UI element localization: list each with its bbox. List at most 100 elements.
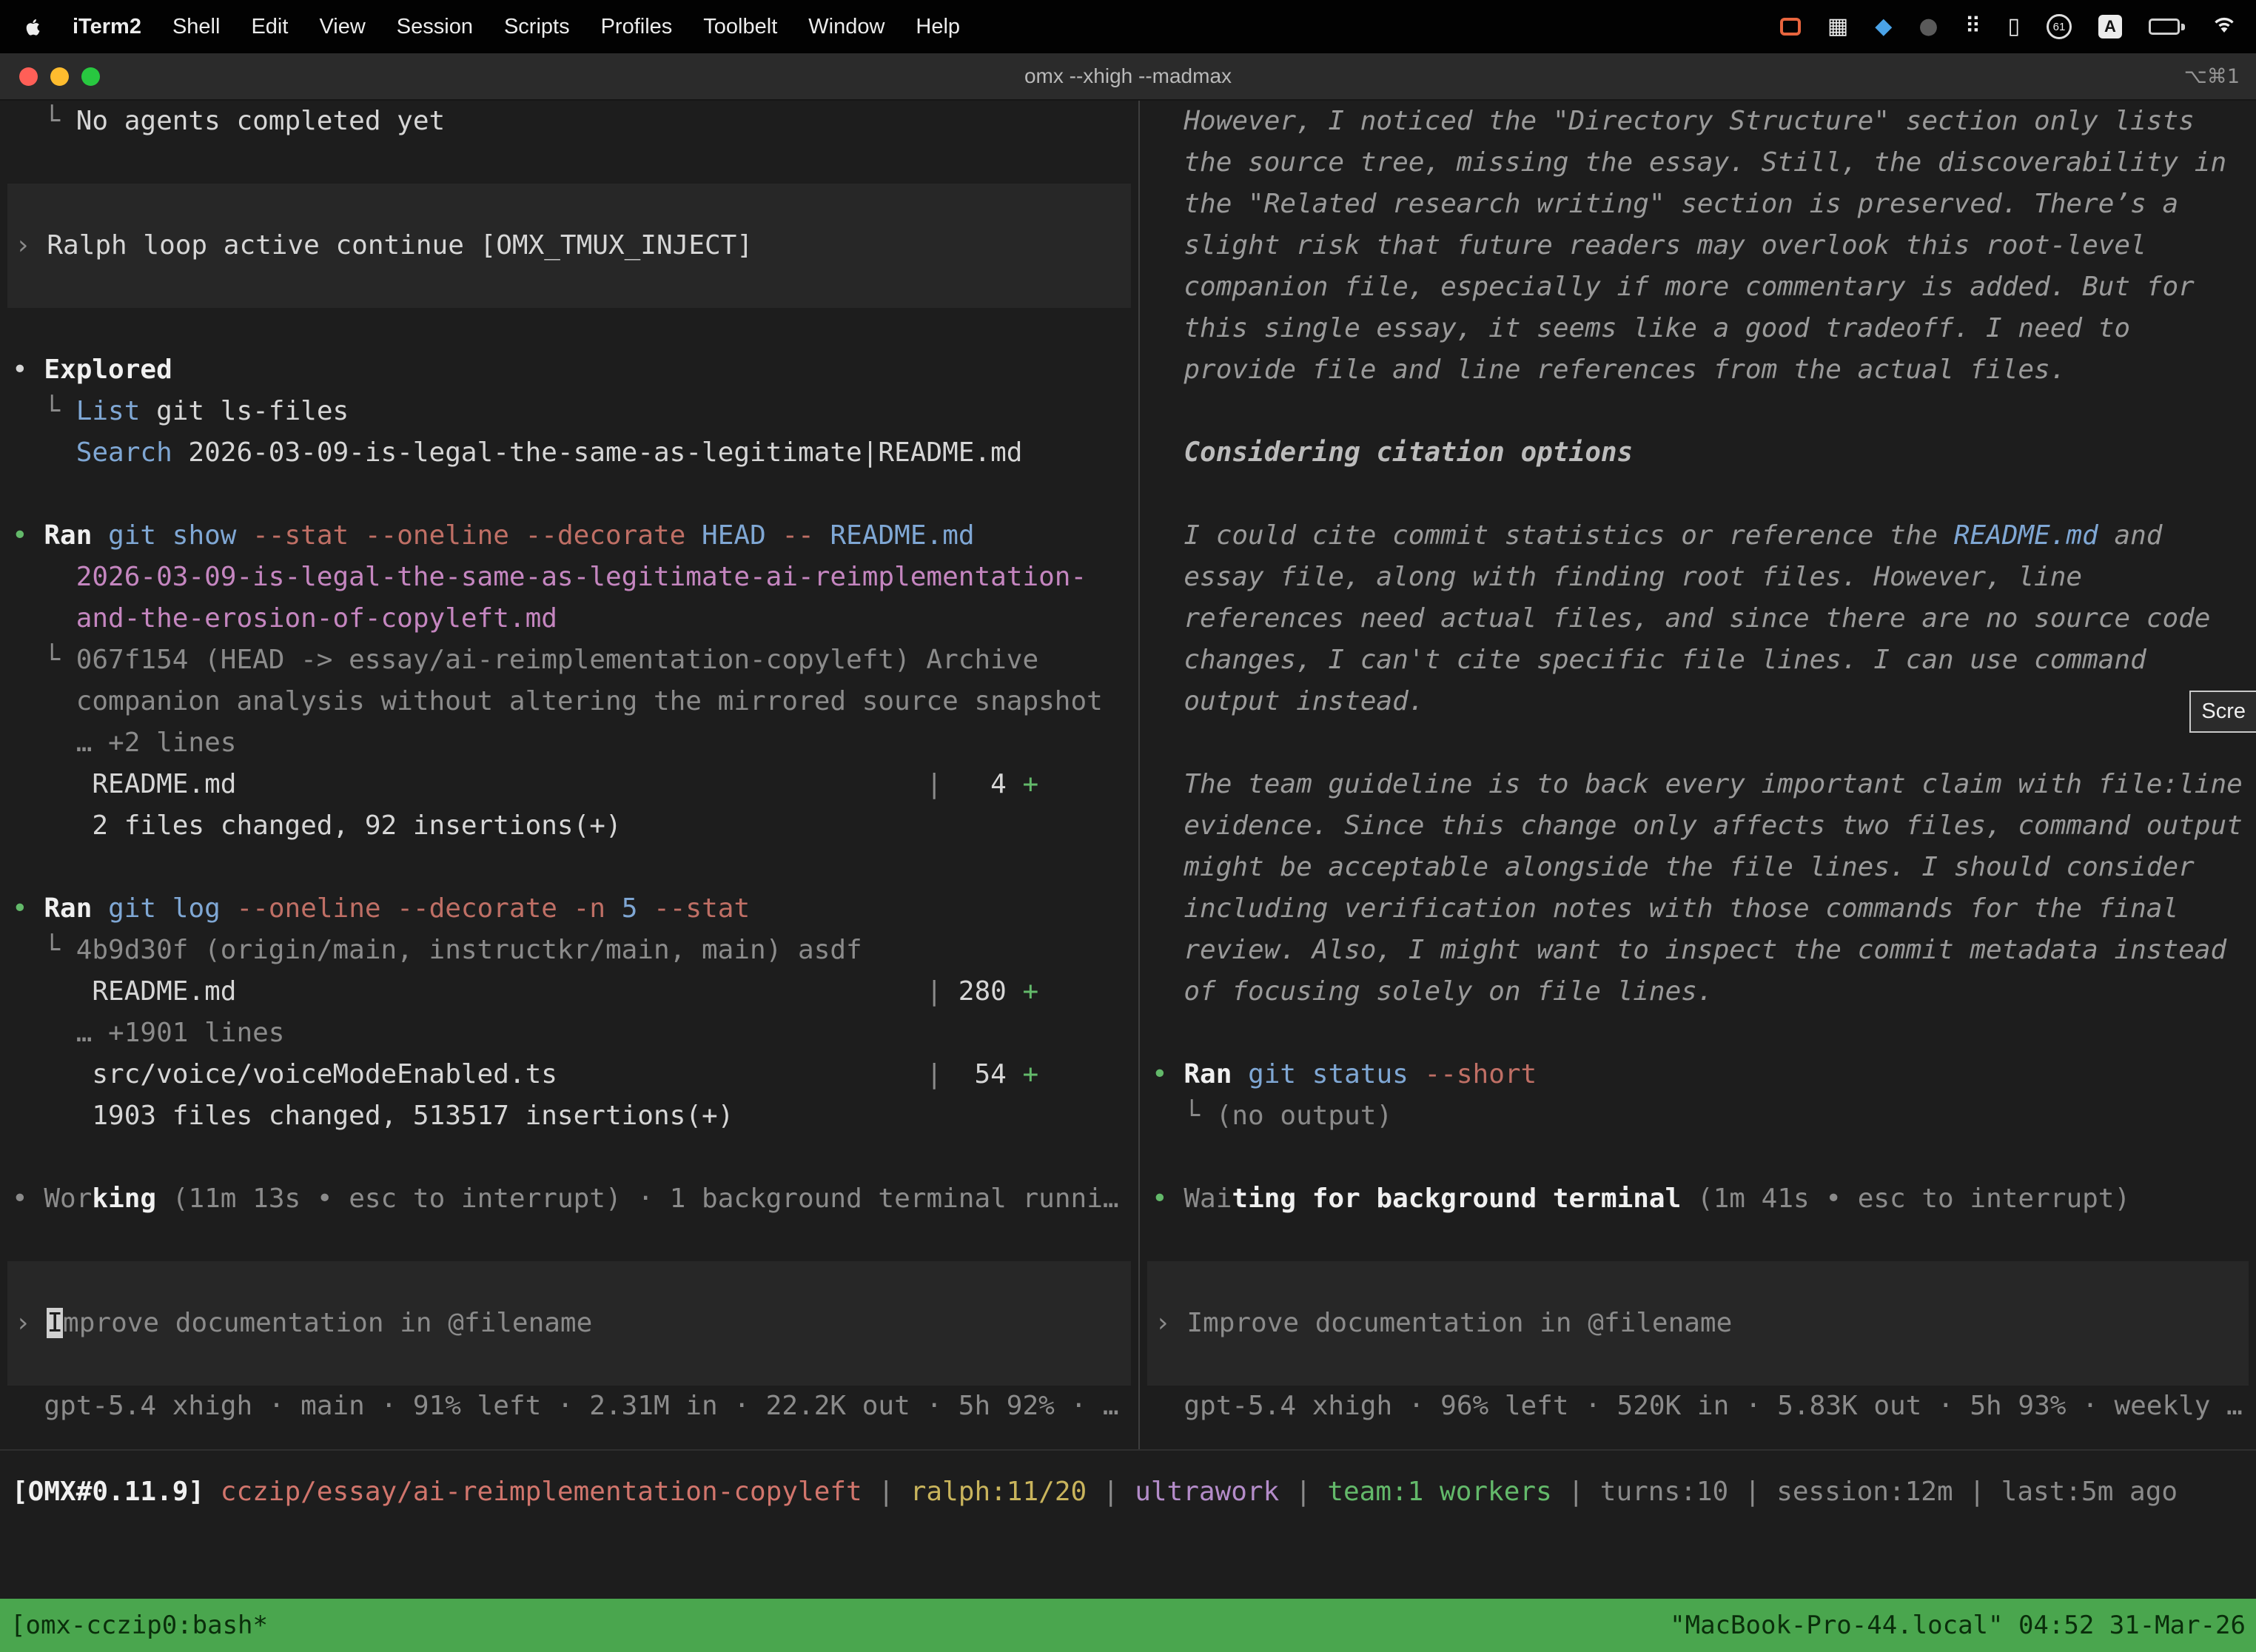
terminal-text-segment: 2 files changed, 92 insertions(+) xyxy=(92,810,621,841)
zoom-button[interactable] xyxy=(81,67,100,86)
menu-item-help[interactable]: Help xyxy=(900,15,976,38)
terminal-text-segment: • xyxy=(12,355,44,385)
terminal-text-segment: • xyxy=(12,893,44,924)
terminal-text-segment: └ xyxy=(12,645,76,675)
terminal-text-segment: --oneline --decorate xyxy=(236,893,557,924)
prompt-input[interactable]: › Improve documentation in @filename xyxy=(7,1261,1131,1386)
terminal-text-segment: • xyxy=(1152,1059,1184,1089)
prompt-input[interactable]: › Improve documentation in @filename xyxy=(1147,1261,2249,1386)
menu-item-shell[interactable]: Shell xyxy=(157,15,236,38)
dark-app-icon[interactable]: ● xyxy=(1918,16,1938,38)
terminal-line: review. Also, I might want to inspect th… xyxy=(1140,930,2256,971)
terminal-text-segment xyxy=(156,1183,172,1214)
terminal-text-segment: Ran xyxy=(44,520,92,551)
terminal-text-segment: | xyxy=(926,976,942,1007)
menu-item-edit[interactable]: Edit xyxy=(235,15,303,38)
omx-status-row: [OMX#0.11.9] cczip/essay/ai-reimplementa… xyxy=(0,1449,2256,1599)
terminal-line xyxy=(1140,722,2256,764)
apple-icon xyxy=(24,17,44,37)
menu-bar: iTerm2ShellEditViewSessionScriptsProfile… xyxy=(0,0,2256,53)
left-terminal-pane[interactable]: └ No agents completed yet› Ralph loop ac… xyxy=(0,101,1138,1449)
menu-item-toolbelt[interactable]: Toolbelt xyxy=(688,15,793,38)
terminal-text-segment: 2026-03-09-is-legal-the-same-as-legitima… xyxy=(172,437,1023,468)
terminal-text-segment: … +2 lines xyxy=(76,728,237,758)
terminal-line: • Working (11m 13s • esc to interrupt) ·… xyxy=(0,1178,1138,1220)
terminal-text-segment: ralph:11/20 xyxy=(910,1477,1087,1507)
menu-item-iterm2[interactable]: iTerm2 xyxy=(57,15,157,38)
terminal-text-segment xyxy=(637,893,654,924)
terminal-text-segment: ting for background terminal xyxy=(1232,1183,1681,1214)
battery-gauge-icon[interactable]: 61 xyxy=(2047,14,2072,39)
terminal-text-segment: team:1 workers xyxy=(1327,1477,1551,1507)
terminal-line: slight risk that future readers may over… xyxy=(1140,225,2256,266)
dots-grid-icon[interactable]: ⠿ xyxy=(1965,16,1981,38)
terminal-text-segment: --stat --oneline --decorate xyxy=(252,520,685,551)
input-source-icon[interactable]: A xyxy=(2098,15,2122,38)
terminal-text-segment xyxy=(1409,1059,1425,1089)
terminal-line: • Ran git log --oneline --decorate -n 5 … xyxy=(0,888,1138,930)
battery-nub xyxy=(2181,24,2185,30)
terminal-text-segment xyxy=(221,893,237,924)
terminal-text-segment xyxy=(12,1018,76,1048)
terminal-text-segment: src/voice/voiceModeEnabled.ts xyxy=(12,1059,926,1089)
terminal-line: 2 files changed, 92 insertions(+) xyxy=(0,805,1138,847)
terminal-text-segment xyxy=(1681,1183,1697,1214)
terminal-text-segment: provide file and line references from th… xyxy=(1152,355,2066,385)
ralph-loop-banner: › Ralph loop active continue [OMX_TMUX_I… xyxy=(7,184,1131,308)
terminal-line: output instead. xyxy=(1140,681,2256,722)
window-grid-icon[interactable]: ▦ xyxy=(1827,16,1848,38)
terminal-text-segment: List xyxy=(76,396,141,426)
terminal-line xyxy=(1140,1220,2256,1261)
terminal-text-segment xyxy=(12,1391,44,1421)
screen-edge-tooltip[interactable]: Scre xyxy=(2189,691,2256,733)
terminal-text-segment: -n xyxy=(574,893,605,924)
terminal-text-segment: and-the-erosion-of-copyleft.md xyxy=(76,603,557,634)
terminal-text-segment: › xyxy=(15,1308,47,1338)
terminal-text-segment: king xyxy=(92,1183,156,1214)
terminal-text-segment: 5 xyxy=(622,893,638,924)
terminal-text-segment: last:5m ago xyxy=(2001,1477,2178,1507)
terminal-line: └ 4b9d30f (origin/main, instructkr/main,… xyxy=(0,930,1138,971)
terminal-text-segment: evidence. Since this change only affects… xyxy=(1152,810,2243,841)
apple-menu[interactable] xyxy=(19,17,57,37)
terminal-line xyxy=(0,1137,1138,1178)
terminal-line: and-the-erosion-of-copyleft.md xyxy=(0,598,1138,639)
terminal-line: gpt-5.4 xhigh · main · 91% left · 2.31M … xyxy=(0,1386,1138,1427)
menu-item-profiles[interactable]: Profiles xyxy=(585,15,688,38)
terminal-text-segment: | xyxy=(926,769,942,799)
menu-item-session[interactable]: Session xyxy=(381,15,489,38)
terminal-text-segment: might be acceptable alongside the file l… xyxy=(1152,852,2195,882)
close-button[interactable] xyxy=(19,67,38,86)
terminal-text-segment: README.md xyxy=(830,520,974,551)
terminal-line: the source tree, missing the essay. Stil… xyxy=(1140,142,2256,184)
pill-app-icon[interactable]: ▯ xyxy=(2007,16,2020,38)
terminal-text-segment: └ xyxy=(12,106,76,136)
terminal-line: Search 2026-03-09-is-legal-the-same-as-l… xyxy=(0,432,1138,474)
terminal-text-segment: The team guideline is to back every impo… xyxy=(1152,769,2243,799)
input-source-letter: A xyxy=(2104,17,2116,36)
menu-item-scripts[interactable]: Scripts xyxy=(489,15,585,38)
screen-recording-icon[interactable] xyxy=(1780,18,1801,36)
blue-app-icon[interactable]: ◆ xyxy=(1875,16,1892,38)
menu-item-list: iTerm2ShellEditViewSessionScriptsProfile… xyxy=(57,15,976,39)
battery-icon[interactable] xyxy=(2149,19,2185,35)
terminal-line: • Explored xyxy=(0,349,1138,391)
terminal-text-segment: | xyxy=(1953,1477,2001,1507)
terminal-text-segment: git show xyxy=(108,520,236,551)
terminal-text-segment xyxy=(605,893,622,924)
wifi-icon[interactable] xyxy=(2212,14,2237,40)
right-terminal-pane[interactable]: However, I noticed the "Directory Struct… xyxy=(1140,101,2256,1449)
minimize-button[interactable] xyxy=(50,67,69,86)
terminal-text-segment: 280 xyxy=(942,976,1022,1007)
terminal-line xyxy=(0,1220,1138,1261)
terminal-line: README.md | 280 + xyxy=(0,971,1138,1013)
terminal-text-segment: | xyxy=(1728,1477,1776,1507)
menu-item-window[interactable]: Window xyxy=(793,15,900,38)
menu-item-view[interactable]: View xyxy=(303,15,380,38)
terminal-text-segment: README.md xyxy=(12,976,926,1007)
terminal-text-segment: └ xyxy=(12,935,76,965)
terminal-line: gpt-5.4 xhigh · 96% left · 520K in · 5.8… xyxy=(1140,1386,2256,1427)
terminal-text-segment: ultrawork xyxy=(1135,1477,1279,1507)
terminal-line: › Ralph loop active continue [OMX_TMUX_I… xyxy=(7,225,1131,266)
tmux-status-bar: [omx-cczip0:bash* "MacBook-Pro-44.local"… xyxy=(0,1599,2256,1652)
